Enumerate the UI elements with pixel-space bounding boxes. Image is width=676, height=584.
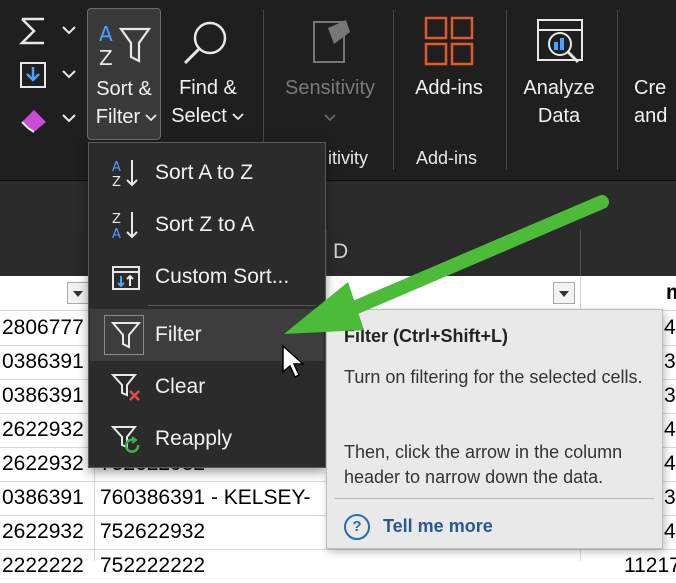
ribbon-separator — [506, 10, 507, 170]
magnifier-icon — [183, 21, 227, 65]
autosum-button[interactable] — [18, 12, 80, 46]
cell-a: 2222222 — [2, 554, 84, 577]
svg-text:Z: Z — [99, 46, 113, 69]
cell-right: 11217 — [624, 554, 676, 577]
find-select-label-1: Find & — [179, 77, 237, 99]
ribbon-separator — [617, 10, 618, 170]
add-ins-group-label: Add-ins — [416, 148, 478, 168]
cell-a: 0386391 — [2, 384, 84, 407]
create-button[interactable]: Cre and — [628, 8, 676, 140]
cell-b: 752622932 — [100, 520, 206, 543]
sort-filter-label-1: Sort & — [96, 78, 152, 100]
cell-right: 48 — [664, 316, 676, 339]
ribbon-separator — [393, 10, 394, 170]
custom-sort-icon — [112, 266, 140, 290]
cell-b: 760386391 - KELSEY- — [100, 486, 311, 509]
menu-item-label: Filter — [155, 323, 202, 346]
add-ins-icon — [424, 16, 474, 66]
sort-filter-icon: A Z — [99, 22, 152, 69]
header-cell: m — [666, 281, 676, 304]
green-arrow-annotation — [284, 195, 609, 334]
analyze-data-button[interactable]: Analyze Data — [516, 8, 606, 140]
analyze-data-label-2: Data — [537, 105, 581, 127]
menu-item-label: Clear — [155, 375, 206, 398]
svg-text:A: A — [112, 227, 121, 241]
svg-text:A: A — [99, 22, 113, 46]
tell-me-more-link[interactable]: Tell me more — [383, 516, 493, 537]
add-ins-button[interactable]: Add-ins — [404, 8, 494, 140]
sensitivity-label: Sensitivity — [284, 77, 376, 99]
filter-dropdown-button[interactable] — [67, 282, 89, 304]
eraser-icon — [21, 110, 46, 133]
cell-right: 39 — [664, 350, 676, 373]
tooltip-body-1: Turn on filtering for the selected cells… — [344, 367, 643, 387]
create-label-2: and — [634, 105, 668, 127]
clear-button[interactable] — [18, 102, 80, 136]
sort-filter-button[interactable]: A Z Sort & Filter — [87, 8, 161, 140]
analyze-data-label-1: Analyze — [523, 77, 595, 99]
cell-a: 0386391 — [2, 486, 84, 509]
find-select-label-2: Select — [171, 105, 227, 127]
chevron-down-icon — [145, 114, 157, 122]
cell-right: 47 — [664, 418, 676, 441]
svg-text:A: A — [112, 160, 121, 175]
cell-right: 47 — [664, 520, 676, 543]
cell-right: 39 — [664, 384, 676, 407]
cell-a: 2622932 — [2, 452, 84, 475]
analyze-data-icon — [537, 19, 583, 64]
clear-filter-icon — [110, 374, 140, 401]
table-row[interactable]: 2222222 752222222 11217 — [0, 549, 676, 584]
cell-a: 2806777 — [2, 316, 84, 339]
cell-right: 39 — [664, 486, 676, 509]
svg-text:Z: Z — [112, 175, 121, 189]
find-select-button[interactable]: Find & Select — [166, 8, 250, 140]
sensitivity-button[interactable]: Sensitivity — [276, 8, 384, 140]
create-label-1: Cre — [634, 77, 667, 99]
sensitivity-group-label: itivity — [328, 148, 368, 168]
chevron-down-icon — [232, 113, 244, 121]
sensitivity-icon — [313, 20, 350, 63]
menu-item-label: Reapply — [155, 427, 233, 450]
reapply-filter-icon — [110, 426, 140, 453]
mouse-cursor-icon — [282, 344, 305, 379]
add-ins-label: Add-ins — [415, 77, 483, 99]
menu-item-reapply[interactable]: Reapply — [90, 413, 324, 465]
sort-a-to-z-icon: A Z — [112, 160, 138, 189]
chevron-down-icon — [62, 70, 76, 79]
sort-filter-label-2: Filter — [95, 106, 141, 128]
cell-b: 752222222 — [100, 554, 206, 577]
menu-item-label: Sort Z to A — [155, 213, 255, 236]
autosum-icon — [18, 17, 44, 45]
cell-a: 2622932 — [2, 520, 84, 543]
filter-tooltip: Filter (Ctrl+Shift+L) Turn on filtering … — [326, 309, 663, 549]
sort-z-to-a-icon: Z A — [112, 212, 138, 241]
menu-item-label: Sort A to Z — [155, 161, 254, 184]
cell-right: 41 — [664, 452, 676, 475]
fill-down-icon — [20, 62, 46, 88]
fill-button[interactable] — [18, 58, 80, 92]
tooltip-body-2: Then, click the arrow in the column head… — [344, 442, 623, 487]
tooltip-separator — [335, 498, 654, 499]
menu-item-label: Custom Sort... — [155, 265, 290, 288]
filter-icon — [110, 322, 142, 349]
chevron-down-icon — [62, 114, 76, 123]
chevron-down-icon — [324, 114, 336, 122]
cell-a: 2622932 — [2, 418, 84, 441]
svg-text:Z: Z — [112, 212, 121, 227]
chevron-down-icon — [62, 26, 76, 35]
help-icon[interactable]: ? — [344, 514, 370, 540]
cell-a: 0386391 — [2, 350, 84, 373]
